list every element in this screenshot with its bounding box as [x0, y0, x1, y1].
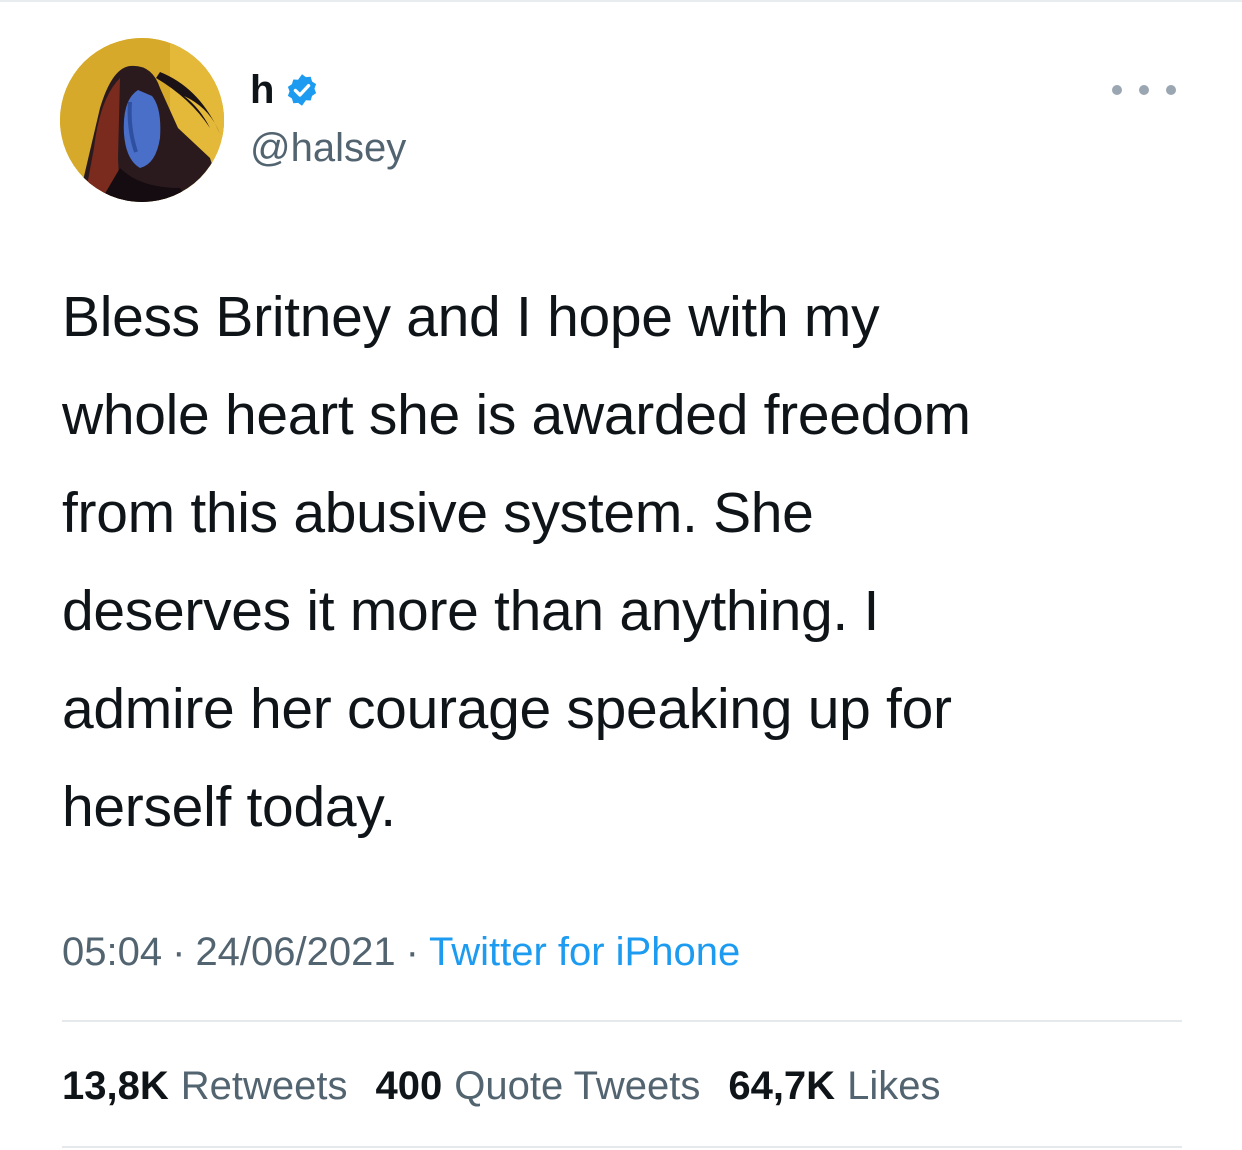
author-name-row[interactable]: h: [250, 62, 320, 118]
tweet-date[interactable]: 24/06/2021: [195, 930, 395, 974]
tweet-time[interactable]: 05:04: [62, 930, 162, 974]
quote-tweets-label: Quote Tweets: [454, 1064, 701, 1108]
retweets-stat[interactable]: 13,8K Retweets: [62, 1058, 348, 1114]
likes-count: 64,7K: [728, 1064, 836, 1108]
retweets-count: 13,8K: [62, 1064, 169, 1108]
tweet-text-line: herself today.: [62, 775, 396, 839]
tweet-text-line: admire her courage speaking up for: [62, 677, 952, 741]
meta-separator: ·: [405, 930, 419, 974]
tweet-text: Bless Britney and I hope with my whole h…: [62, 268, 1192, 856]
tweet-text-line: whole heart she is awarded freedom: [62, 383, 971, 447]
quote-tweets-stat[interactable]: 400 Quote Tweets: [376, 1058, 701, 1114]
stats-top-divider: [62, 1020, 1182, 1022]
more-options-button[interactable]: [1112, 80, 1176, 100]
tweet-detail: h @halsey Bless Britney and I hope with …: [0, 0, 1242, 1150]
tweet-source-link[interactable]: Twitter for iPhone: [429, 930, 740, 974]
tweet-text-line: from this abusive system. She: [62, 481, 814, 545]
tweet-text-line: deserves it more than anything. I: [62, 579, 880, 643]
tweet-meta: 05:04 · 24/06/2021 · Twitter for iPhone: [62, 924, 740, 980]
verified-badge-icon: [288, 74, 317, 106]
ellipsis-icon: [1112, 85, 1122, 95]
tweet-stats: 13,8K Retweets 400 Quote Tweets 64,7K Likes: [62, 1058, 968, 1114]
tweet-text-line: Bless Britney and I hope with my: [62, 285, 880, 349]
likes-stat[interactable]: 64,7K Likes: [728, 1058, 940, 1114]
stats-bottom-divider: [62, 1146, 1182, 1148]
retweets-label: Retweets: [180, 1064, 348, 1108]
meta-separator: ·: [172, 930, 186, 974]
ellipsis-icon: [1166, 85, 1176, 95]
avatar[interactable]: [60, 38, 224, 202]
display-name[interactable]: h: [250, 70, 274, 110]
profile-photo-icon: [60, 38, 224, 202]
quote-tweets-count: 400: [375, 1064, 443, 1108]
likes-label: Likes: [847, 1064, 941, 1108]
author-handle[interactable]: @halsey: [250, 124, 406, 172]
ellipsis-icon: [1139, 85, 1149, 95]
top-divider: [0, 0, 1242, 2]
